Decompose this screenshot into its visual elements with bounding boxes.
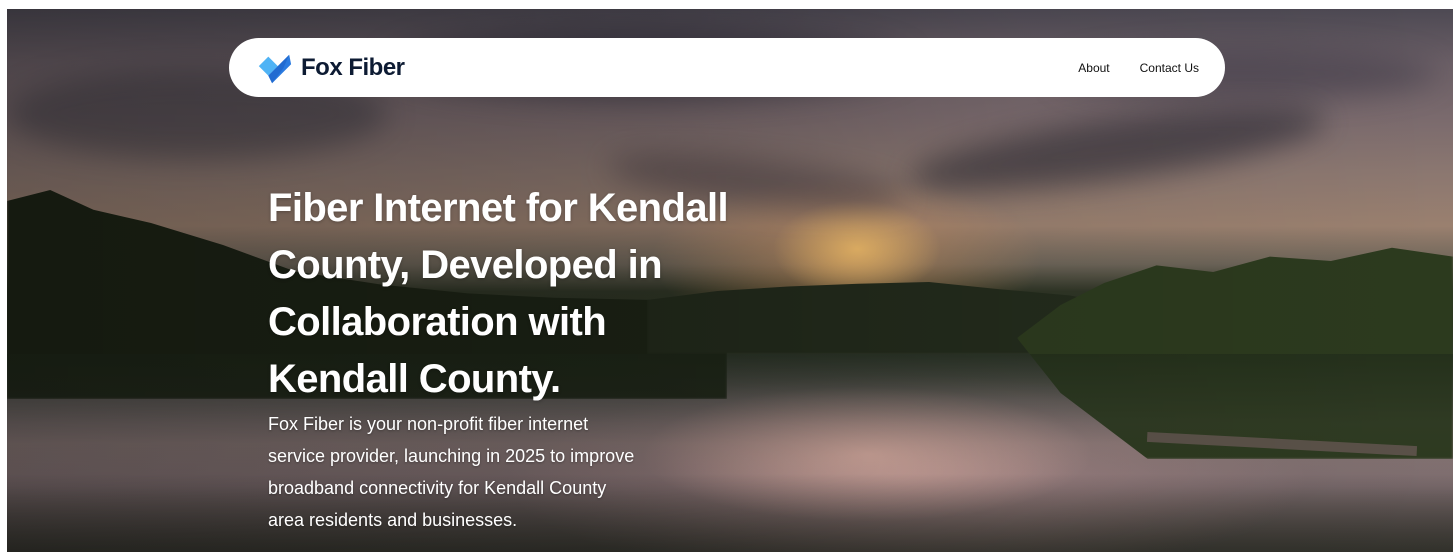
nav-link-contact-us[interactable]: Contact Us (1140, 61, 1199, 75)
brand-home-link[interactable]: Fox Fiber (255, 49, 405, 87)
hero-headline: Fiber Internet for Kendall County, Devel… (268, 180, 828, 408)
hero-headline-line: County, Developed in (268, 243, 663, 287)
hero-copy: Fiber Internet for Kendall County, Devel… (268, 180, 828, 536)
hero-subtext-line: broadband connectivity for Kendall Count… (268, 478, 607, 498)
hero-headline-line: Collaboration with (268, 300, 607, 344)
hero-headline-line: Kendall County. (268, 357, 561, 401)
hero-subtext-line: area residents and businesses. (268, 510, 518, 530)
nav-links: About Contact Us (1078, 61, 1199, 75)
nav-link-about[interactable]: About (1078, 61, 1109, 75)
top-navbar: Fox Fiber About Contact Us (229, 38, 1225, 97)
hero-headline-line: Fiber Internet for Kendall (268, 186, 729, 230)
hero-subtext-line: service provider, launching in 2025 to i… (268, 446, 635, 466)
brand-name: Fox Fiber (301, 53, 405, 81)
hero-subtext: Fox Fiber is your non-profit fiber inter… (268, 408, 718, 536)
hero-subtext-line: Fox Fiber is your non-profit fiber inter… (268, 414, 589, 434)
fox-fiber-logo-icon (258, 54, 292, 83)
